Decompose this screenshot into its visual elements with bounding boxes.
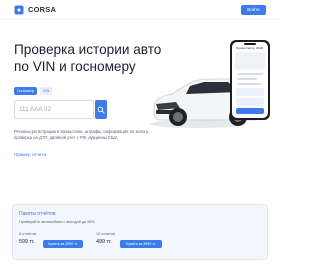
- service-description: Регионы регистрации в Казахстане, штрафы…: [14, 129, 149, 141]
- tab-vin[interactable]: VIN: [39, 87, 53, 95]
- phone-mockup: [230, 40, 270, 120]
- sample-report-link[interactable]: Пример отчета: [14, 152, 46, 157]
- package-count-label: 10 отчетов: [96, 232, 115, 236]
- package-price: 499 тг.: [96, 239, 112, 245]
- package-count-label: 5 отчетов: [19, 232, 36, 236]
- phone-car-title: Toyota Camry, 2018: [236, 46, 263, 50]
- package-price: 599 тг.: [19, 239, 35, 245]
- brand-name: CORSA: [28, 5, 57, 14]
- search-input[interactable]: [19, 106, 89, 113]
- search-icon: [97, 106, 105, 114]
- packages-title: Пакеты отчётов: [19, 211, 56, 217]
- login-button[interactable]: Войти: [241, 5, 266, 15]
- packages-subtitle: Проверяйте автомобили с выгодой до 50%: [19, 220, 95, 224]
- search-type-tabs: Госномер VIN: [14, 87, 53, 95]
- buy-10-reports-button[interactable]: Купить за 4990 тг.: [120, 240, 162, 248]
- packages-card: Пакеты отчётов Проверяйте автомобили с в…: [12, 204, 268, 260]
- hero-illustration: Toyota Camry, 2018: [150, 40, 270, 128]
- buy-5-reports-button[interactable]: Купить за 2990 тг.: [43, 240, 83, 248]
- logo-icon: [14, 5, 24, 15]
- search-field: [14, 100, 94, 119]
- tab-plate-number[interactable]: Госномер: [14, 87, 37, 95]
- search-button[interactable]: [95, 100, 107, 119]
- top-header: CORSA Войти: [0, 0, 280, 20]
